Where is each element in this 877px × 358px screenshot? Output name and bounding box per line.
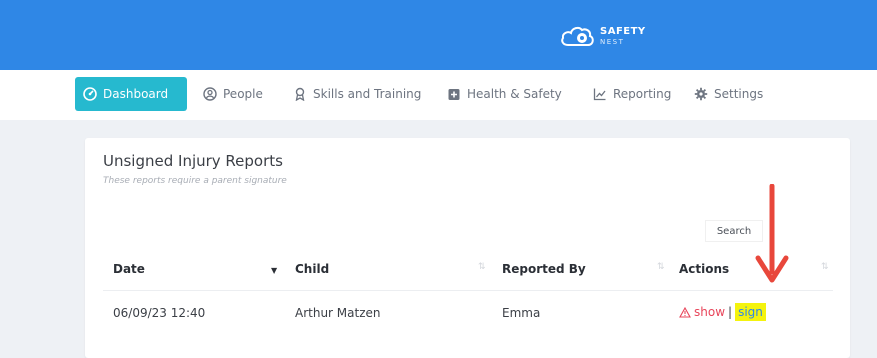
show-link[interactable]: show — [679, 305, 725, 319]
person-icon — [203, 87, 217, 101]
safety-nest-logo[interactable]: SAFETY NEST — [560, 18, 646, 54]
award-icon — [293, 87, 307, 101]
table-divider — [103, 290, 833, 291]
warning-icon — [679, 306, 691, 318]
sort-icon[interactable]: ⇅ — [657, 262, 665, 272]
nav-people[interactable]: People — [203, 77, 263, 111]
action-separator: | — [728, 305, 733, 319]
medical-icon — [447, 87, 461, 101]
top-bar: SAFETY NEST — [0, 0, 877, 70]
nav-settings[interactable]: Settings — [694, 77, 763, 111]
sort-icon[interactable]: ⇅ — [478, 262, 486, 272]
cloud-logo-icon — [561, 26, 594, 46]
nav-reporting[interactable]: Reporting — [593, 77, 671, 111]
nav-health-label: Health & Safety — [467, 87, 562, 101]
card-subtitle: These reports require a parent signature — [103, 176, 287, 186]
column-header-date[interactable]: Date — [113, 262, 145, 276]
nav-reporting-label: Reporting — [613, 87, 672, 101]
nav-settings-label: Settings — [714, 87, 764, 101]
dashboard-icon — [83, 87, 97, 101]
logo-subtitle: NEST — [600, 37, 625, 46]
nav-dashboard-label: Dashboard — [103, 87, 169, 101]
sort-desc-icon[interactable]: ▼ — [271, 266, 277, 275]
column-header-child[interactable]: Child — [295, 262, 329, 276]
nav-dashboard[interactable]: Dashboard — [75, 77, 187, 111]
sort-icon[interactable]: ⇅ — [821, 262, 829, 272]
unsigned-injury-reports-card: Unsigned Injury Reports These reports re… — [85, 138, 850, 358]
column-header-actions: Actions — [679, 262, 730, 276]
red-arrow-annotation-icon — [755, 184, 789, 283]
show-label: show — [694, 305, 726, 319]
nav-health-safety[interactable]: Health & Safety — [447, 77, 562, 111]
logo-title: SAFETY — [600, 25, 646, 37]
nav-people-label: People — [223, 87, 263, 101]
card-title: Unsigned Injury Reports — [103, 152, 283, 170]
main-nav: Dashboard People Skills and Training Hea… — [0, 70, 877, 120]
sign-link[interactable]: sign — [735, 303, 766, 321]
cell-reported-by: Emma — [502, 306, 541, 320]
cell-date: 06/09/23 12:40 — [113, 306, 206, 320]
cell-child: Arthur Matzen — [295, 306, 381, 320]
nav-skills-label: Skills and Training — [313, 87, 422, 101]
gear-icon — [694, 87, 708, 101]
row-actions: show | sign — [679, 303, 766, 321]
nav-skills-training[interactable]: Skills and Training — [293, 77, 421, 111]
column-header-reported-by[interactable]: Reported By — [502, 262, 586, 276]
chart-icon — [593, 87, 607, 101]
